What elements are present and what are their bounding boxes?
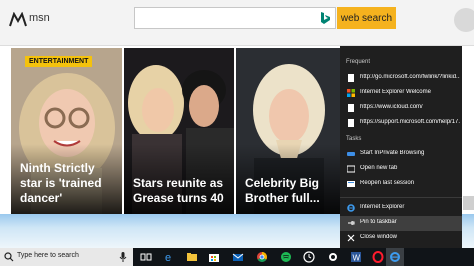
taskbar: Type here to search e W bbox=[0, 248, 474, 266]
msn-header: msn web search bbox=[0, 0, 474, 46]
frequent-item-label: https://support.microsoft.com/help/17... bbox=[360, 119, 460, 125]
store-icon[interactable] bbox=[208, 251, 220, 263]
taskbar-jump-list: Frequent http://go.microsoft.com/fwlink/… bbox=[340, 46, 462, 248]
frequent-item-label: http://go.microsoft.com/fwlink/?linkid..… bbox=[360, 74, 460, 80]
app-launch-label: Internet Explorer bbox=[360, 204, 405, 210]
card-caption[interactable]: Celebrity Big Brother full... bbox=[245, 176, 336, 206]
task-item[interactable]: Open new tab bbox=[340, 162, 462, 177]
pin-to-taskbar-label: Pin to taskbar bbox=[360, 219, 397, 225]
opera-icon[interactable] bbox=[372, 251, 384, 263]
page-icon bbox=[348, 74, 354, 82]
news-card[interactable]: Celebrity Big Brother full... bbox=[236, 48, 342, 214]
svg-text:W: W bbox=[353, 254, 361, 263]
msn-butterfly-icon bbox=[9, 12, 27, 27]
task-item-label: Reopen last session bbox=[360, 180, 415, 186]
page-icon bbox=[348, 104, 354, 112]
internet-explorer-icon[interactable] bbox=[389, 251, 401, 263]
pin-icon bbox=[348, 221, 355, 225]
category-badge: ENTERTAINMENT bbox=[25, 56, 93, 67]
task-item-label: Start InPrivate Browsing bbox=[360, 150, 425, 156]
pin-to-taskbar-item[interactable]: Pin to taskbar bbox=[340, 216, 462, 231]
frequent-item[interactable]: https://support.microsoft.com/help/17... bbox=[340, 116, 462, 131]
news-card[interactable]: ENTERTAINMENT Ninth Strictly star is 'tr… bbox=[11, 48, 122, 214]
edge-icon[interactable]: e bbox=[164, 251, 176, 263]
close-window-label: Close window bbox=[360, 234, 398, 240]
card-caption[interactable]: Ninth Strictly star is 'trained dancer' bbox=[20, 161, 116, 206]
app-launch-item[interactable]: Internet Explorer bbox=[340, 201, 462, 216]
taskbar-search-box[interactable]: Type here to search bbox=[0, 248, 133, 266]
web-search-button[interactable]: web search bbox=[337, 7, 396, 29]
scroll-track bbox=[462, 46, 474, 211]
frequent-heading: Frequent bbox=[346, 59, 371, 65]
file-explorer-icon[interactable] bbox=[186, 251, 198, 263]
task-view-icon[interactable] bbox=[140, 251, 152, 263]
microphone-icon[interactable] bbox=[119, 252, 127, 262]
task-item[interactable]: Reopen last session bbox=[340, 177, 462, 192]
jump-list-divider bbox=[340, 197, 462, 198]
chrome-icon[interactable] bbox=[256, 251, 268, 263]
search-icon bbox=[4, 252, 14, 262]
close-window-item[interactable]: Close window bbox=[340, 231, 462, 246]
inprivate-icon bbox=[347, 152, 355, 156]
frequent-item[interactable]: http://go.microsoft.com/fwlink/?linkid..… bbox=[340, 71, 462, 86]
frequent-item[interactable]: Internet Explorer Welcome bbox=[340, 86, 462, 101]
word-icon[interactable]: W bbox=[350, 251, 362, 263]
mail-icon[interactable] bbox=[232, 251, 244, 263]
task-item[interactable]: Start InPrivate Browsing bbox=[340, 147, 462, 162]
close-icon bbox=[347, 234, 355, 242]
frequent-item-label: https://www.icloud.com/ bbox=[360, 104, 423, 110]
bing-icon bbox=[321, 12, 330, 24]
spotify-icon[interactable] bbox=[280, 251, 292, 263]
scrollbar-thumb[interactable] bbox=[463, 196, 474, 210]
frequent-item[interactable]: https://www.icloud.com/ bbox=[340, 101, 462, 116]
reopen-session-icon bbox=[347, 181, 355, 187]
search-input[interactable] bbox=[134, 7, 336, 29]
internet-explorer-icon bbox=[347, 204, 355, 212]
news-card[interactable]: Stars reunite as Grease turns 40 bbox=[124, 48, 234, 214]
page-icon bbox=[348, 119, 354, 127]
svg-text:e: e bbox=[165, 252, 171, 263]
taskbar-search-placeholder: Type here to search bbox=[17, 252, 79, 259]
tasks-heading: Tasks bbox=[346, 136, 362, 142]
settings-icon[interactable] bbox=[327, 251, 339, 263]
clock-icon[interactable] bbox=[303, 251, 315, 263]
avatar[interactable] bbox=[454, 8, 474, 32]
windows-logo-icon bbox=[347, 89, 355, 97]
frequent-item-label: Internet Explorer Welcome bbox=[360, 89, 431, 95]
new-tab-icon bbox=[347, 165, 355, 173]
msn-logo-text[interactable]: msn bbox=[29, 12, 50, 24]
card-caption[interactable]: Stars reunite as Grease turns 40 bbox=[133, 176, 228, 206]
task-item-label: Open new tab bbox=[360, 165, 398, 171]
